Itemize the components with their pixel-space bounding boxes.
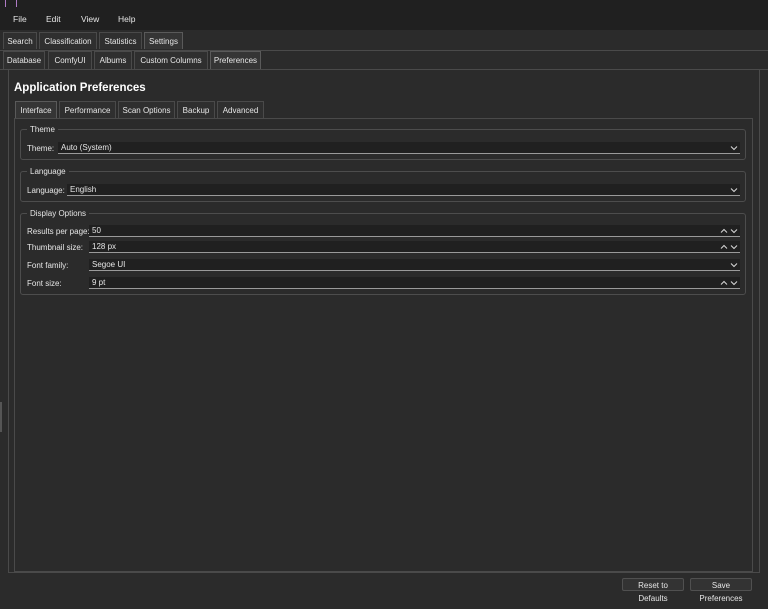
tab-custom-columns[interactable]: Custom Columns — [134, 51, 208, 69]
reset-to-defaults-button[interactable]: Reset to Defaults — [622, 578, 684, 603]
menu-edit[interactable]: Edit — [46, 14, 61, 24]
chevron-up-icon[interactable] — [720, 225, 728, 237]
chevron-up-icon[interactable] — [720, 277, 728, 289]
thumbnail-size-value: 128 px — [92, 242, 117, 251]
theme-label: Theme: — [27, 144, 55, 153]
results-per-page-value: 50 — [92, 226, 101, 235]
menu-help[interactable]: Help — [118, 14, 135, 24]
tab-scan-options[interactable]: Scan Options — [118, 101, 175, 118]
theme-group-title: Theme — [27, 125, 58, 134]
font-family-value: Segoe UI — [92, 260, 126, 269]
tab-comfyui[interactable]: ComfyUI — [48, 51, 92, 69]
menu-file[interactable]: File — [13, 14, 27, 24]
tab-settings[interactable]: Settings — [144, 32, 183, 49]
menu-bar: File Edit View Help — [0, 7, 768, 30]
language-label: Language: — [27, 186, 65, 195]
chevron-down-icon[interactable] — [730, 277, 738, 289]
font-size-value: 9 pt — [92, 278, 106, 287]
theme-dropdown[interactable]: Auto (System) — [58, 142, 740, 154]
font-size-spinbox[interactable]: 9 pt — [89, 277, 740, 289]
tab-preferences[interactable]: Preferences — [210, 51, 261, 69]
main-tab-bar: Search Classification Statistics Setting… — [0, 30, 768, 51]
tab-classification[interactable]: Classification — [39, 32, 97, 49]
results-per-page-spinbox[interactable]: 50 — [89, 225, 740, 237]
tab-performance[interactable]: Performance — [59, 101, 116, 118]
chevron-down-icon — [730, 142, 738, 154]
language-dropdown[interactable]: English — [67, 184, 740, 196]
menu-view[interactable]: View — [81, 14, 99, 24]
window-titlebar — [0, 0, 768, 8]
chevron-down-icon — [730, 259, 738, 271]
save-preferences-button[interactable]: Save Preferences — [690, 578, 752, 603]
chevron-down-icon[interactable] — [730, 225, 738, 237]
font-family-label: Font family: — [27, 261, 69, 270]
tab-backup[interactable]: Backup — [177, 101, 215, 118]
chevron-up-icon[interactable] — [720, 241, 728, 253]
tab-database[interactable]: Database — [3, 51, 45, 69]
page-title: Application Preferences — [14, 82, 146, 94]
font-size-label: Font size: — [27, 279, 62, 288]
theme-value: Auto (System) — [61, 143, 112, 152]
font-family-dropdown[interactable]: Segoe UI — [89, 259, 740, 271]
chevron-down-icon[interactable] — [730, 241, 738, 253]
tab-advanced[interactable]: Advanced — [217, 101, 264, 118]
tab-statistics[interactable]: Statistics — [99, 32, 142, 49]
display-options-group-title: Display Options — [27, 209, 90, 218]
results-per-page-label: Results per page: — [27, 227, 90, 236]
tab-search[interactable]: Search — [3, 32, 37, 49]
window-edge — [0, 402, 2, 432]
thumbnail-size-label: Thumbnail size: — [27, 243, 84, 252]
language-value: English — [70, 185, 97, 194]
chevron-down-icon — [730, 184, 738, 196]
tab-albums[interactable]: Albums — [94, 51, 132, 69]
language-group-title: Language — [27, 167, 69, 176]
tab-interface[interactable]: Interface — [15, 101, 57, 118]
thumbnail-size-spinbox[interactable]: 128 px — [89, 241, 740, 253]
settings-tab-bar: Database ComfyUI Albums Custom Columns P… — [0, 51, 768, 70]
